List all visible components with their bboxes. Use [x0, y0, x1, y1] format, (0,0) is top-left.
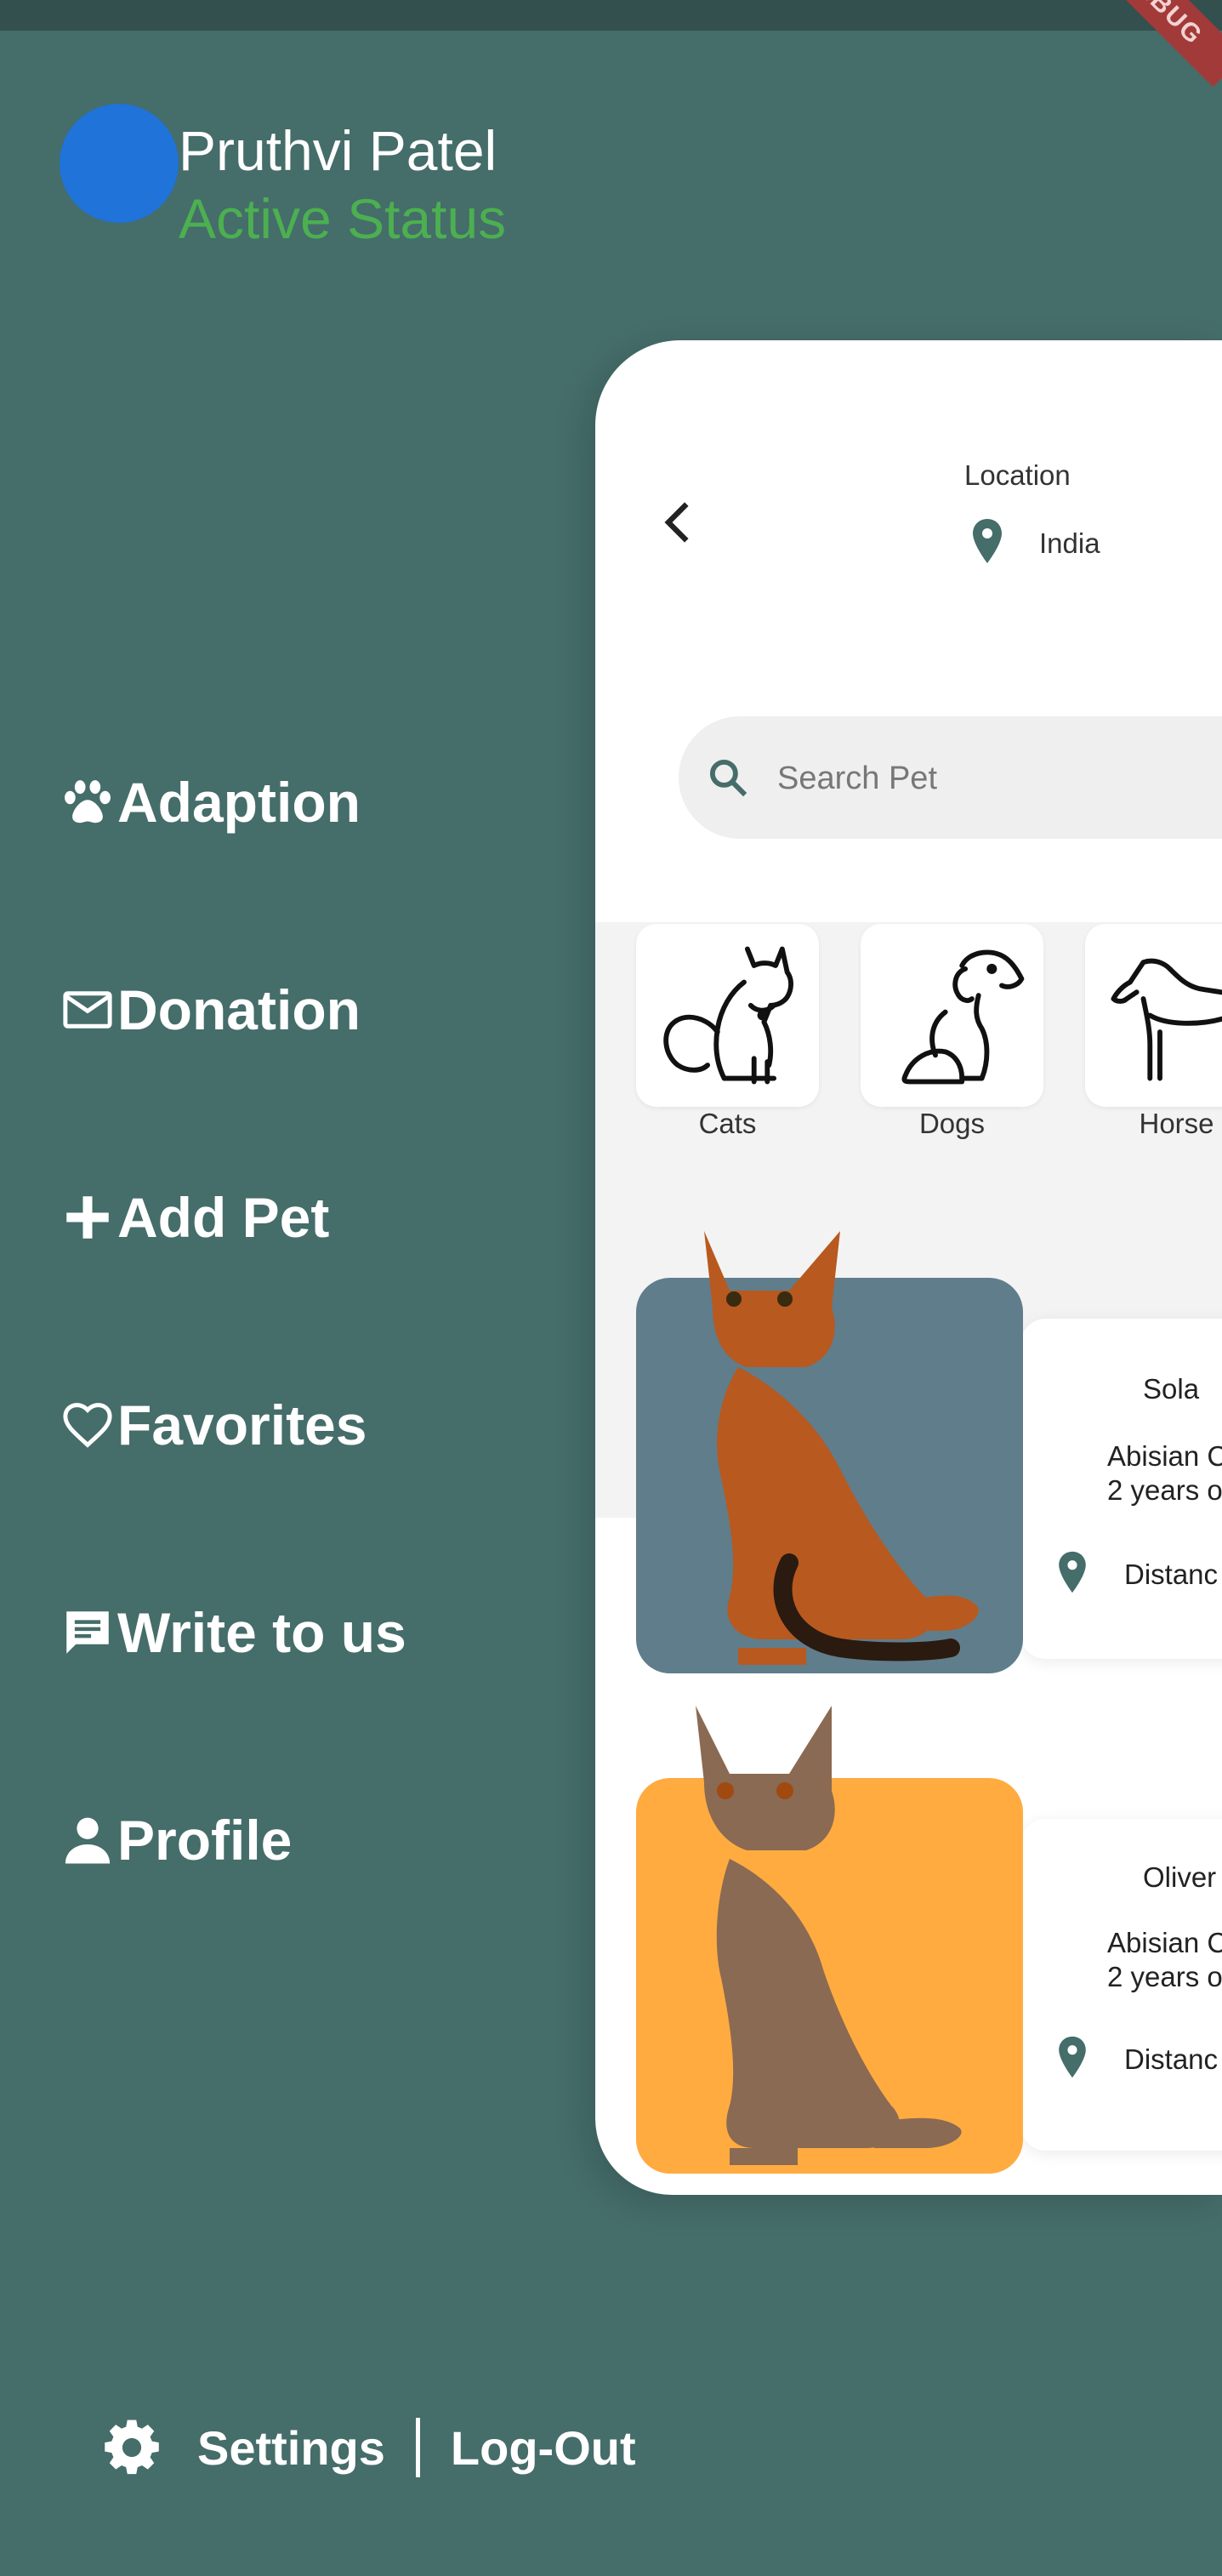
settings-button[interactable]: Settings: [197, 2420, 385, 2476]
drawer-footer: Settings Log-Out: [100, 2416, 636, 2479]
pet-distance: Distanc: [1124, 2043, 1219, 2075]
menu-item-adaption[interactable]: Adaption: [60, 764, 361, 841]
search-bar[interactable]: [679, 716, 1222, 841]
menu-label: Donation: [117, 978, 361, 1041]
location-pin-icon: [973, 519, 1002, 563]
menu-label: Profile: [117, 1809, 293, 1872]
pet-distance: Distanc: [1124, 1559, 1219, 1590]
avatar[interactable]: [60, 104, 179, 223]
pet-name: Sola: [1143, 1373, 1200, 1405]
back-arrow-icon[interactable]: [651, 495, 706, 550]
cat-photo: [704, 1231, 979, 1665]
status-bar: [0, 0, 1222, 31]
pet-name: Oliver: [1143, 1861, 1217, 1893]
pet-breed: Abisian C: [1107, 1440, 1222, 1472]
pet-age: 2 years o: [1107, 1961, 1222, 1992]
horse-icon: [1111, 958, 1222, 1081]
search-icon: [709, 759, 747, 797]
menu-label: Adaption: [117, 771, 361, 834]
footer-divider: [415, 2418, 420, 2477]
menu-label: Favorites: [117, 1393, 367, 1456]
pet-card-image[interactable]: [636, 1231, 1023, 1673]
search-input[interactable]: [776, 716, 1204, 841]
menu-item-favorites[interactable]: Favorites: [60, 1387, 367, 1463]
message-icon: [66, 1611, 109, 1654]
gear-icon[interactable]: [100, 2416, 163, 2479]
menu-item-write-to-us[interactable]: Write to us: [60, 1594, 406, 1671]
heart-icon: [63, 1403, 112, 1448]
location-label: Location: [964, 459, 1071, 491]
logout-button[interactable]: Log-Out: [451, 2420, 636, 2476]
pet-card-image[interactable]: [636, 1706, 1023, 2174]
category-label: Cats: [698, 1108, 757, 1139]
location-pin-icon: [1059, 1551, 1086, 1593]
person-icon: [65, 1817, 111, 1864]
plus-icon: [66, 1196, 109, 1239]
pet-breed: Abisian C: [1107, 1927, 1222, 1958]
mail-icon: [63, 991, 112, 1029]
menu-item-profile[interactable]: Profile: [60, 1802, 292, 1878]
cat-icon: [663, 946, 794, 1085]
user-name: Pruthvi Patel: [179, 119, 497, 182]
location-value[interactable]: India: [1039, 527, 1100, 560]
menu-item-add-pet[interactable]: Add Pet: [60, 1179, 329, 1256]
dog-icon: [901, 949, 1025, 1085]
pet-age: 2 years o: [1107, 1474, 1222, 1506]
user-status: Active Status: [179, 187, 507, 250]
menu-label: Write to us: [117, 1601, 406, 1664]
category-dogs[interactable]: [861, 924, 1043, 1107]
menu-item-donation[interactable]: Donation: [60, 972, 361, 1048]
location-pin-icon: [1059, 2036, 1086, 2078]
category-horse[interactable]: [1085, 924, 1222, 1107]
paw-icon: [65, 780, 111, 824]
main-screen-card[interactable]: Location India Cats Dogs Horse: [595, 340, 1222, 2195]
category-label: Dogs: [918, 1108, 986, 1139]
category-label: Horse: [1139, 1108, 1214, 1139]
category-cats[interactable]: [636, 924, 819, 1107]
cat-photo: [696, 1706, 962, 2165]
menu-label: Add Pet: [117, 1186, 330, 1249]
